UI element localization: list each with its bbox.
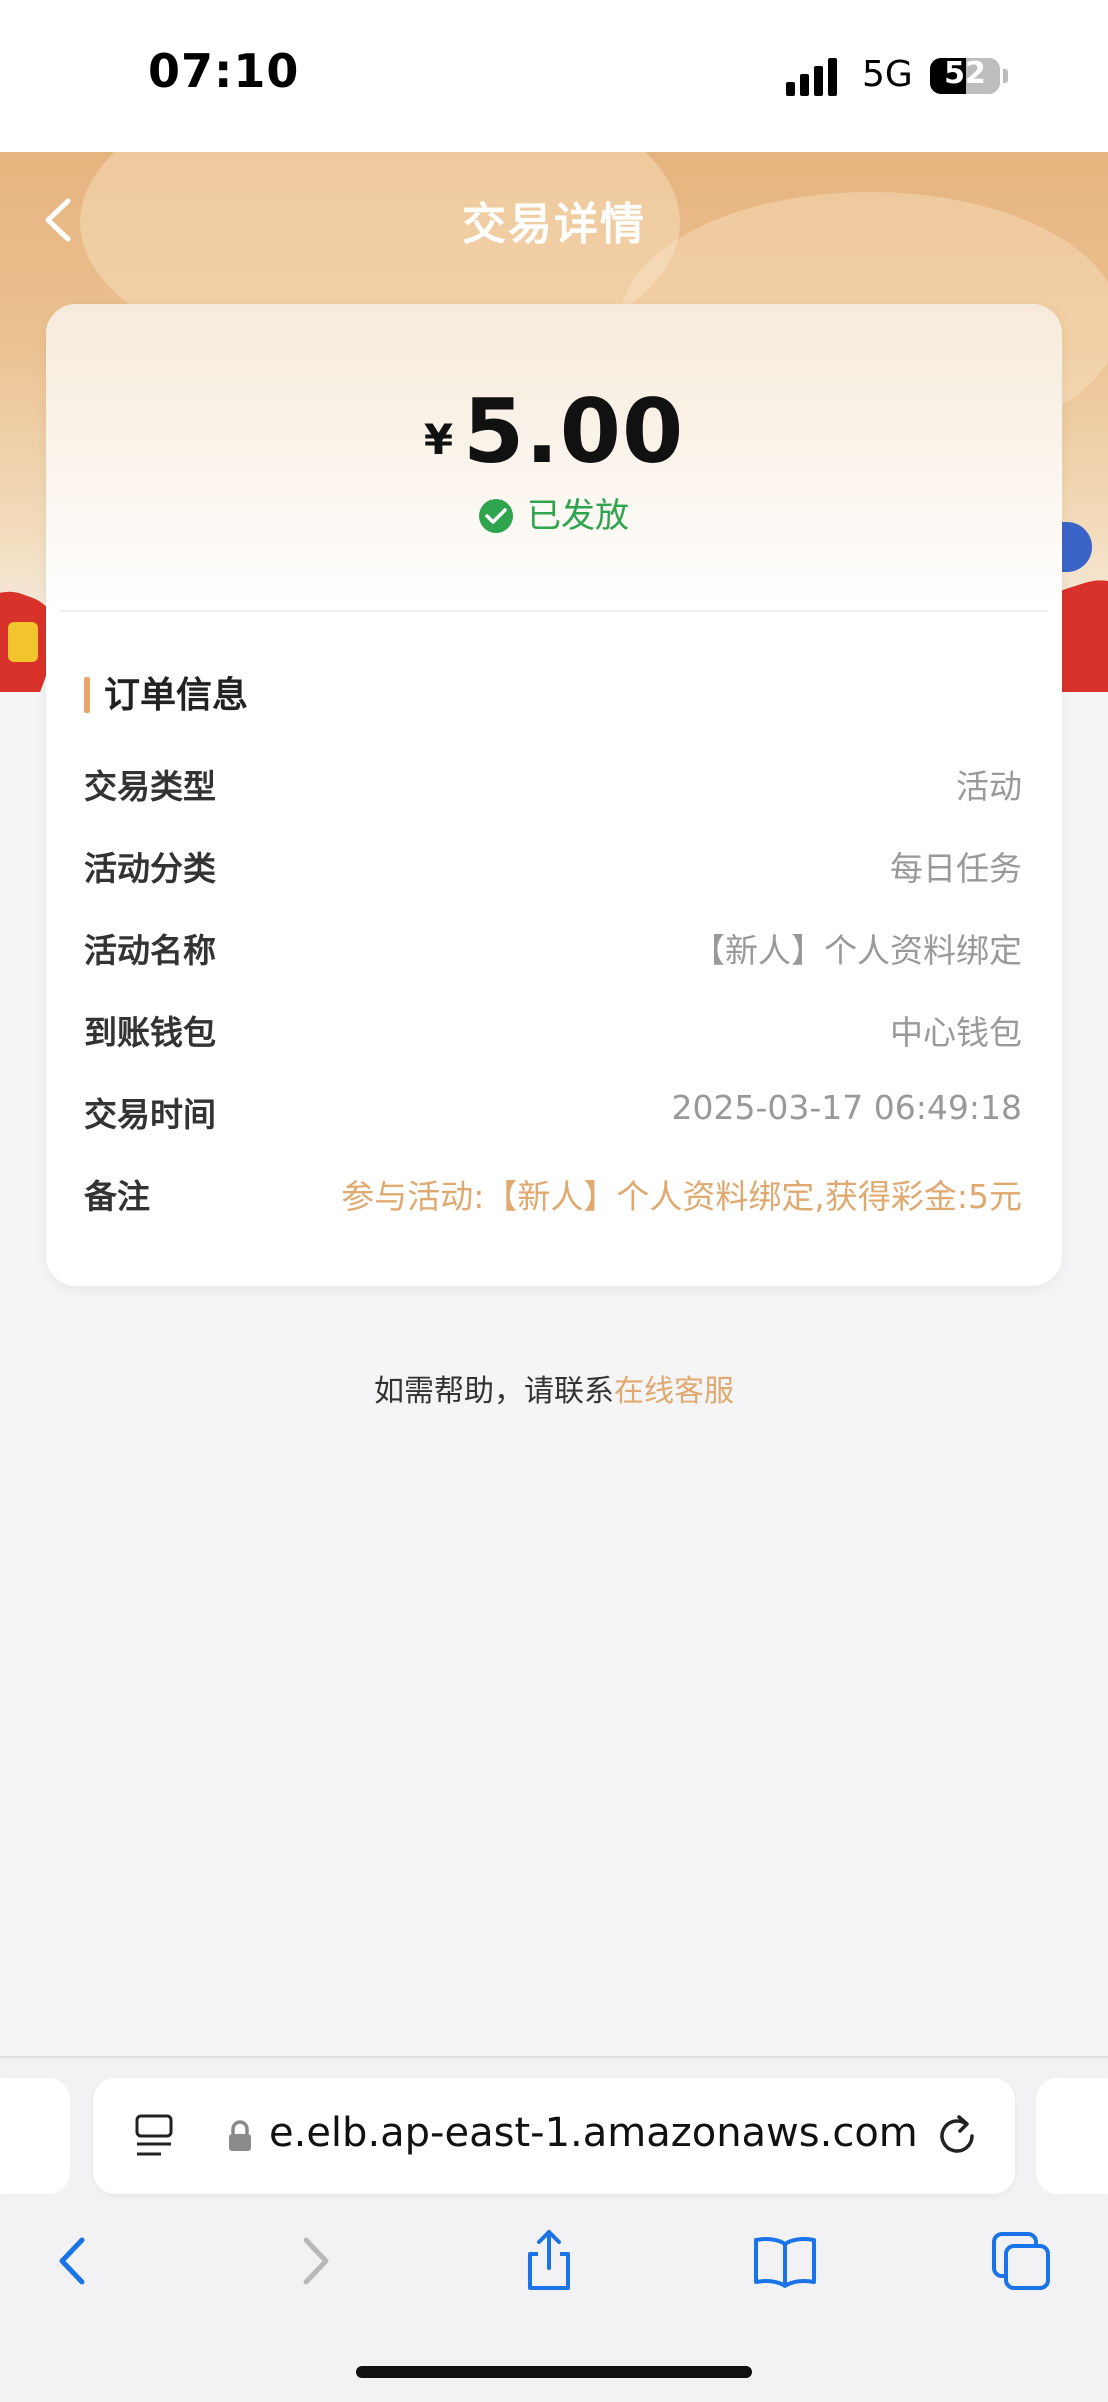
row-value: 每日任务 (890, 849, 1022, 888)
check-circle-icon (479, 499, 513, 533)
row-value: 【新人】个人资料绑定 (692, 931, 1022, 970)
amount-display: ¥5.00 (46, 380, 1062, 483)
home-indicator (356, 2366, 752, 2378)
row-label: 备注 (84, 1177, 150, 1216)
row-label: 交易类型 (84, 767, 216, 806)
lock-icon (227, 2120, 253, 2156)
signal-icon (786, 56, 848, 96)
battery-icon: 52 (930, 58, 1000, 94)
amount-value: 5.00 (463, 380, 685, 483)
page-title: 交易详情 (462, 199, 646, 250)
row-label: 活动名称 (84, 931, 216, 970)
bookmarks-icon[interactable] (750, 2226, 820, 2296)
order-section-title: 订单信息 (84, 666, 248, 718)
page-menu-icon[interactable] (135, 2114, 175, 2162)
row-value: 中心钱包 (890, 1013, 1022, 1052)
info-row-category: 活动分类 每日任务 (84, 842, 1022, 902)
row-value: 活动 (956, 767, 1022, 806)
status-badge: 已发放 (46, 488, 1062, 537)
address-bar[interactable]: e.elb.ap-east-1.amazonaws.com (93, 2078, 1015, 2194)
info-row-type: 交易类型 活动 (84, 760, 1022, 820)
info-row-remark: 备注 参与活动:【新人】个人资料绑定,获得彩金:5元 (84, 1170, 1022, 1230)
status-text: 已发放 (527, 496, 629, 536)
help-text: 如需帮助，请联系在线客服 (0, 1366, 1108, 1410)
tabs-icon[interactable] (986, 2226, 1056, 2296)
info-row-activity-name: 活动名称 【新人】个人资料绑定 (84, 924, 1022, 984)
browser-back-icon[interactable] (38, 2226, 108, 2296)
next-tab-preview[interactable] (1036, 2078, 1108, 2194)
network-type: 5G (862, 54, 913, 95)
status-bar: 07:10 5G 52 (0, 0, 1108, 152)
previous-tab-preview[interactable] (0, 2078, 70, 2194)
customer-service-link[interactable]: 在线客服 (614, 1374, 734, 1409)
browser-toolbar: e.elb.ap-east-1.amazonaws.com (0, 2056, 1108, 2402)
row-value: 参与活动:【新人】个人资料绑定,获得彩金:5元 (341, 1177, 1022, 1216)
row-label: 活动分类 (84, 849, 216, 888)
section-title-text: 订单信息 (104, 675, 249, 716)
battery-level: 52 (944, 58, 986, 91)
transaction-card: ¥5.00 已发放 订单信息 交易类型 活动 活动分类 每日任务 活动名称 【新… (46, 304, 1062, 1286)
browser-forward-icon[interactable] (280, 2226, 350, 2296)
info-row-time: 交易时间 2025-03-17 06:49:18 (84, 1088, 1022, 1148)
row-label: 交易时间 (84, 1095, 216, 1134)
row-value: 2025-03-17 06:49:18 (671, 1088, 1022, 1127)
reload-icon[interactable] (935, 2112, 981, 2162)
divider (60, 610, 1048, 612)
info-row-wallet: 到账钱包 中心钱包 (84, 1006, 1022, 1066)
share-icon[interactable] (514, 2226, 584, 2296)
currency-symbol: ¥ (423, 415, 454, 464)
section-accent-bar (84, 677, 90, 713)
row-label: 到账钱包 (84, 1013, 216, 1052)
battery-tip (1003, 69, 1008, 83)
url-text[interactable]: e.elb.ap-east-1.amazonaws.com (269, 2110, 918, 2156)
status-time: 07:10 (148, 44, 300, 98)
help-prefix: 如需帮助，请联系 (374, 1374, 614, 1409)
